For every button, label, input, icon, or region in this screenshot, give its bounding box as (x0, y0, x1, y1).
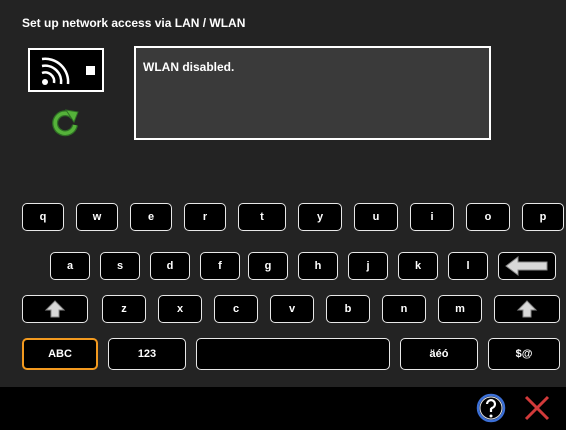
key-m[interactable]: m (438, 295, 482, 323)
numeric-mode-key[interactable]: 123 (108, 338, 186, 370)
wifi-icon (41, 57, 70, 85)
refresh-icon[interactable] (50, 108, 80, 138)
key-d[interactable]: d (150, 252, 190, 280)
key-k[interactable]: k (398, 252, 438, 280)
key-b[interactable]: b (326, 295, 370, 323)
key-j[interactable]: j (348, 252, 388, 280)
key-z[interactable]: z (102, 295, 146, 323)
backspace-icon (505, 256, 548, 276)
shift-key-left[interactable] (22, 295, 88, 323)
key-v[interactable]: v (270, 295, 314, 323)
close-icon[interactable] (522, 393, 552, 423)
key-c[interactable]: c (214, 295, 258, 323)
status-message: WLAN disabled. (143, 60, 235, 74)
key-n[interactable]: n (382, 295, 426, 323)
screen: Set up network access via LAN / WLAN WLA… (0, 0, 566, 430)
shift-key-right[interactable] (494, 295, 560, 323)
status-box: WLAN disabled. (134, 46, 491, 140)
key-w[interactable]: w (76, 203, 118, 231)
backspace-key[interactable] (498, 252, 556, 280)
key-i[interactable]: i (410, 203, 454, 231)
key-p[interactable]: p (522, 203, 564, 231)
wlan-toggle-button[interactable] (28, 48, 104, 92)
key-g[interactable]: g (248, 252, 288, 280)
abc-mode-key[interactable]: ABC (22, 338, 98, 370)
symbols-mode-key[interactable]: $@ (488, 338, 560, 370)
key-u[interactable]: u (354, 203, 398, 231)
space-key[interactable] (196, 338, 390, 370)
page-title: Set up network access via LAN / WLAN (22, 16, 246, 30)
key-s[interactable]: s (100, 252, 140, 280)
key-a[interactable]: a (50, 252, 90, 280)
shift-icon (516, 300, 538, 318)
key-x[interactable]: x (158, 295, 202, 323)
key-y[interactable]: y (298, 203, 342, 231)
help-icon[interactable] (476, 393, 506, 423)
accents-mode-key[interactable]: äéó (400, 338, 478, 370)
key-h[interactable]: h (298, 252, 338, 280)
key-f[interactable]: f (200, 252, 240, 280)
key-o[interactable]: o (466, 203, 510, 231)
key-l[interactable]: l (448, 252, 488, 280)
key-t[interactable]: t (238, 203, 286, 231)
shift-icon (44, 300, 66, 318)
key-q[interactable]: q (22, 203, 64, 231)
key-e[interactable]: e (130, 203, 172, 231)
stop-icon (86, 66, 95, 75)
key-r[interactable]: r (184, 203, 226, 231)
